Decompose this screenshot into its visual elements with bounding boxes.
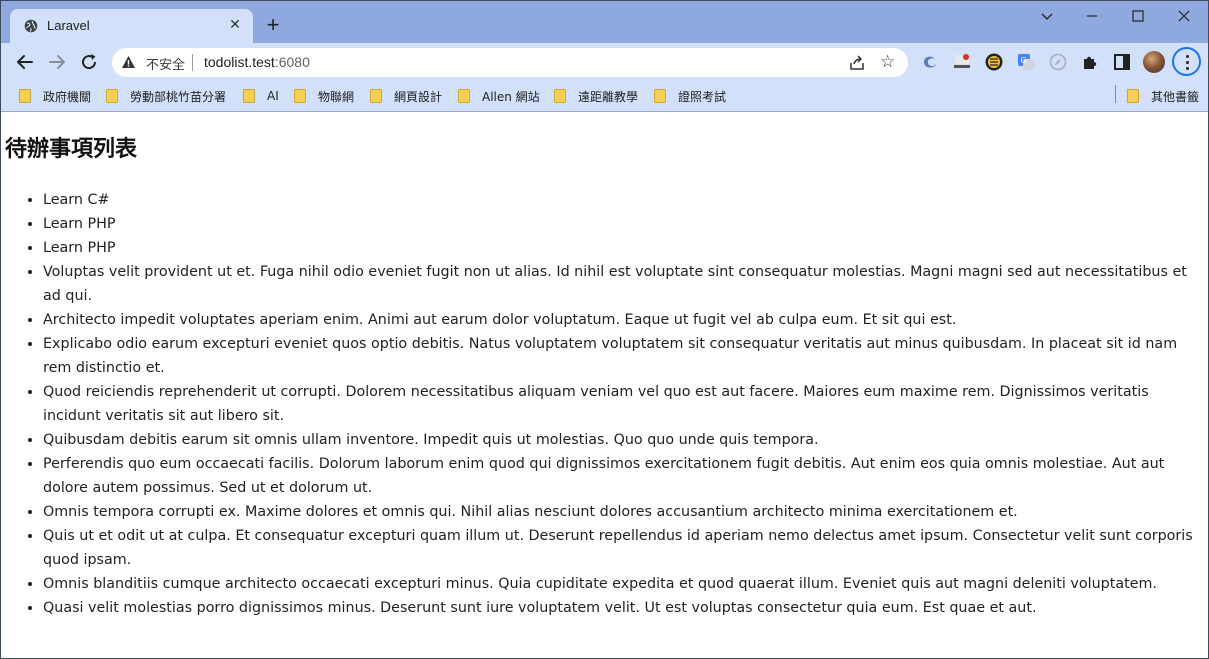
address-separator — [192, 54, 193, 71]
bookmark-folder[interactable]: 網頁設計 — [370, 86, 442, 106]
maximize-icon[interactable] — [1115, 1, 1161, 33]
todo-item: Learn PHP — [43, 236, 1208, 260]
browser-toolbar: 不安全 todolist.test:6080 ☆ G — [1, 43, 1208, 81]
plus-icon[interactable]: + — [261, 14, 285, 38]
browser-window: Laravel ✕ + 不安全 todolist.test:6080 ☆ G 政… — [0, 0, 1209, 659]
extension-badge-icon[interactable] — [984, 52, 1004, 72]
security-label[interactable]: 不安全 — [146, 54, 185, 73]
share-icon[interactable] — [848, 54, 866, 71]
todo-item: Learn C# — [43, 188, 1208, 212]
tab-laravel[interactable]: Laravel ✕ — [10, 9, 253, 43]
chevron-down-icon[interactable] — [1024, 1, 1070, 33]
bookmark-label: 網頁設計 — [394, 89, 443, 104]
bookmark-label: 證照考試 — [678, 89, 727, 104]
extension-noads-icon[interactable] — [952, 52, 972, 72]
page-title: 待辦事項列表 — [5, 137, 138, 162]
folder-icon — [654, 89, 666, 103]
bookmarks-divider — [1115, 85, 1116, 103]
bookmark-folder[interactable]: 勞動部桃竹苗分署 — [106, 86, 226, 106]
bookmark-folder[interactable]: 物聯網 — [294, 86, 354, 106]
reload-icon[interactable] — [76, 49, 102, 75]
bookmarks-bar: 政府機關 勞動部桃竹苗分署 AI 物聯網 網頁設計 Allen 網站 遠距離教學… — [1, 81, 1208, 112]
tab-title: Laravel — [47, 18, 90, 33]
bookmark-label: 勞動部桃竹苗分署 — [130, 89, 227, 104]
extension-swirl-icon[interactable] — [920, 52, 940, 72]
bookmark-label: AI — [267, 89, 279, 103]
url-port: :6080 — [274, 54, 310, 70]
folder-icon — [458, 89, 470, 103]
kebab-menu-icon[interactable] — [1172, 47, 1201, 76]
bookmark-label: 政府機關 — [43, 89, 92, 104]
folder-icon — [554, 89, 566, 103]
globe-icon — [24, 19, 38, 33]
todo-item: Quasi velit molestias porro dignissimos … — [43, 596, 1208, 620]
todo-item: Quis ut et odit ut at culpa. Et consequa… — [43, 524, 1208, 572]
bookmark-label: 物聯網 — [318, 89, 355, 104]
minimize-icon[interactable] — [1069, 1, 1115, 33]
todo-item: Explicabo odio earum excepturi eveniet q… — [43, 332, 1208, 380]
bookmark-label: 遠距離教學 — [578, 89, 639, 104]
bookmark-label: Allen 網站 — [482, 89, 540, 104]
bookmark-folder[interactable]: 政府機關 — [19, 86, 91, 106]
svg-text:G: G — [1021, 56, 1027, 65]
bookmark-folder[interactable]: 證照考試 — [654, 86, 726, 106]
tab-strip: Laravel ✕ + — [1, 1, 1208, 43]
todo-item: Omnis blanditiis cumque architecto occae… — [43, 572, 1208, 596]
todo-item: Architecto impedit voluptates aperiam en… — [43, 308, 1208, 332]
todo-item: Perferendis quo eum occaecati facilis. D… — [43, 452, 1208, 500]
folder-icon — [19, 89, 31, 103]
todo-item: Omnis tempora corrupti ex. Maxime dolore… — [43, 500, 1208, 524]
folder-icon — [106, 89, 118, 103]
url-text[interactable]: todolist.test:6080 — [204, 54, 310, 70]
close-icon[interactable]: ✕ — [226, 16, 244, 34]
bookmark-folder[interactable]: Allen 網站 — [458, 86, 540, 106]
window-close-icon[interactable] — [1161, 1, 1207, 33]
compass-icon[interactable] — [1048, 52, 1068, 72]
other-bookmarks-label: 其他書籤 — [1151, 89, 1200, 104]
star-icon[interactable]: ☆ — [880, 52, 895, 72]
bookmark-folder[interactable]: 遠距離教學 — [554, 86, 638, 106]
back-arrow-icon[interactable] — [12, 49, 38, 75]
todo-list: Learn C# Learn PHP Learn PHP Voluptas ve… — [5, 188, 1208, 620]
folder-icon — [370, 89, 382, 103]
todo-item: Learn PHP — [43, 212, 1208, 236]
forward-arrow-icon[interactable] — [44, 49, 70, 75]
translate-icon[interactable]: G — [1016, 52, 1036, 72]
avatar[interactable] — [1143, 51, 1165, 73]
side-panel-icon[interactable] — [1112, 52, 1132, 72]
page-content: 待辦事項列表 Learn C# Learn PHP Learn PHP Volu… — [1, 113, 1208, 658]
puzzle-icon[interactable] — [1080, 52, 1100, 72]
address-bar[interactable]: 不安全 todolist.test:6080 ☆ — [112, 48, 908, 77]
bookmark-folder[interactable]: AI — [243, 86, 279, 106]
other-bookmarks-folder[interactable]: 其他書籤 — [1127, 86, 1199, 106]
todo-item: Voluptas velit provident ut et. Fuga nih… — [43, 260, 1208, 308]
folder-icon — [294, 89, 306, 103]
url-host: todolist.test — [204, 54, 275, 70]
warning-icon[interactable] — [121, 55, 136, 69]
folder-icon — [1127, 89, 1139, 103]
folder-icon — [243, 89, 255, 103]
todo-item: Quod reiciendis reprehenderit ut corrupt… — [43, 380, 1208, 428]
todo-item: Quibusdam debitis earum sit omnis ullam … — [43, 428, 1208, 452]
